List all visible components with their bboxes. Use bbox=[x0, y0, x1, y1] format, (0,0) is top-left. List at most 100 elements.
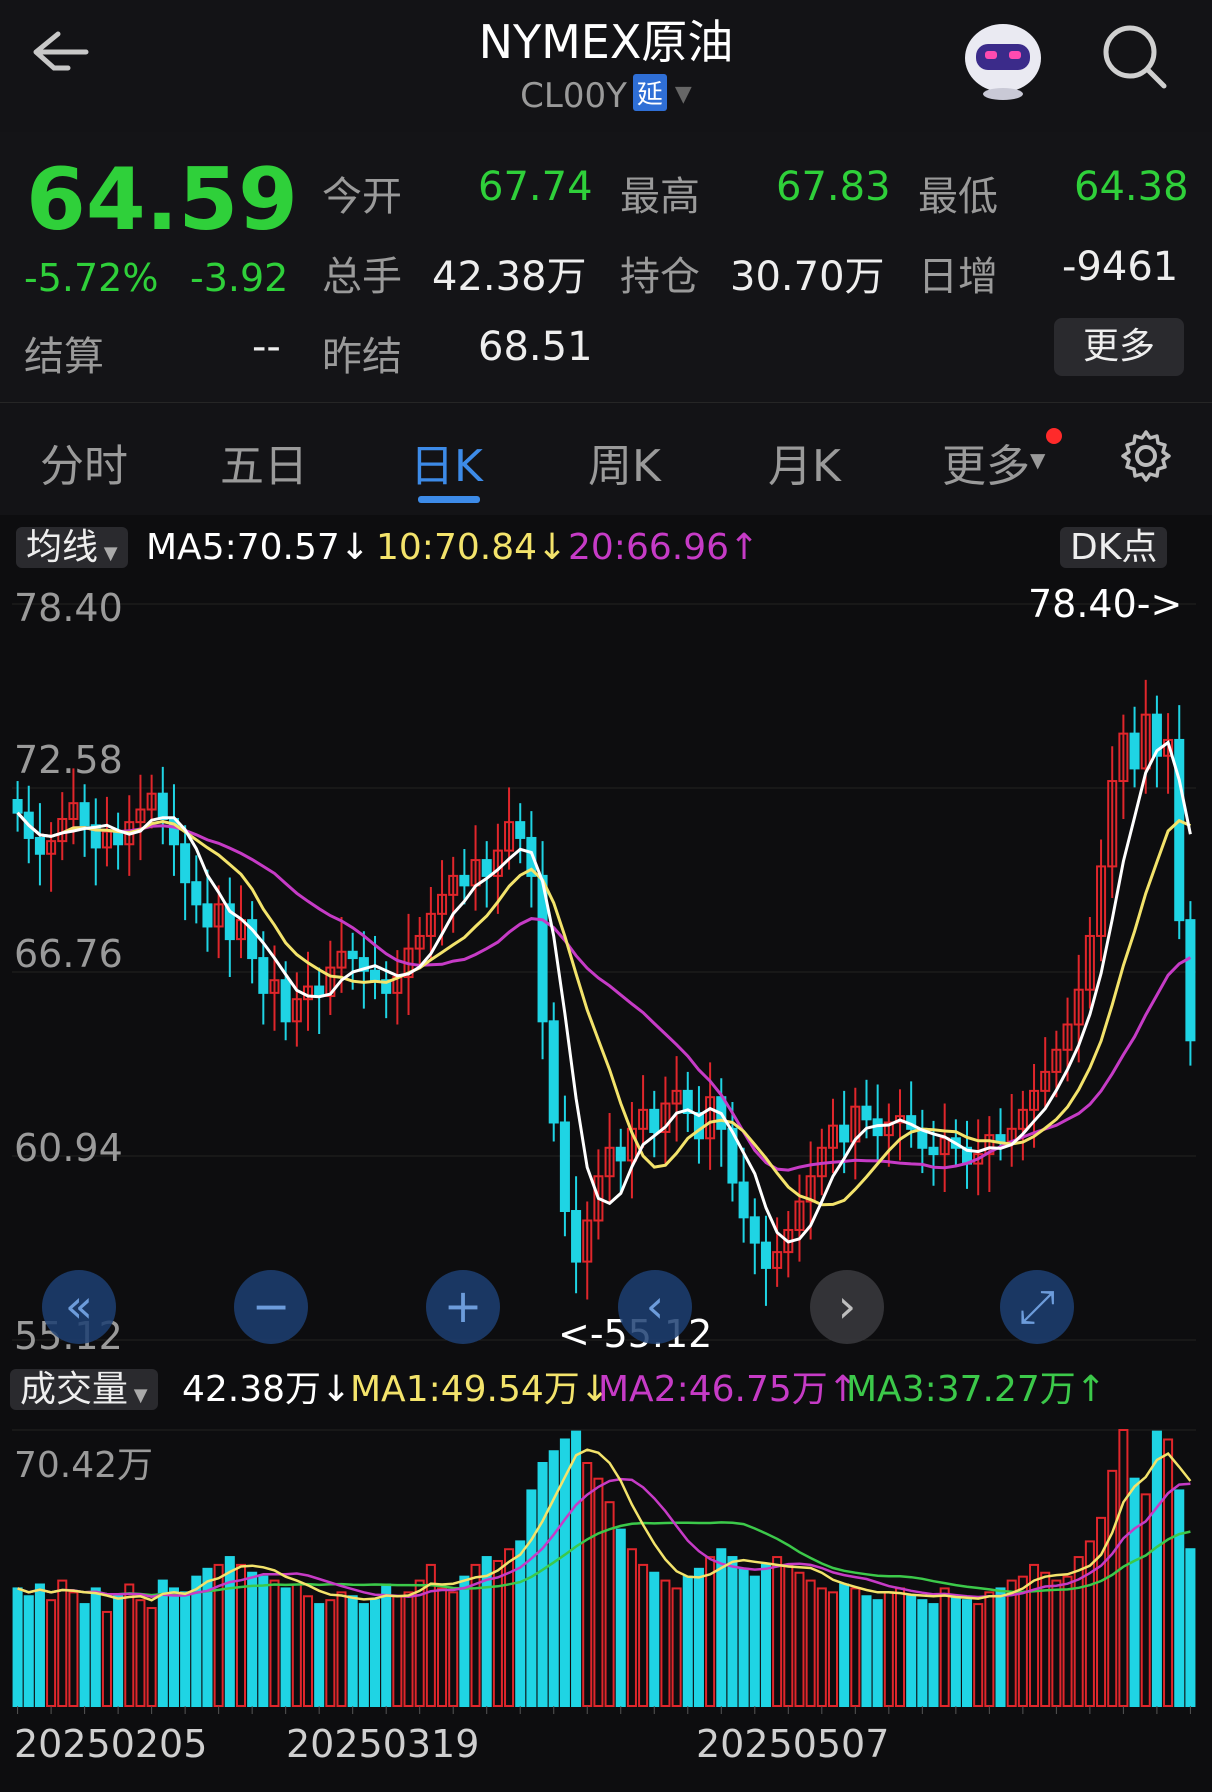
volume-bar bbox=[626, 1548, 637, 1707]
candle-body bbox=[459, 874, 470, 887]
candle-body bbox=[928, 1146, 939, 1156]
ma-selector-label: 均线 bbox=[26, 527, 99, 568]
dk-point-button[interactable]: DK点 bbox=[1060, 520, 1168, 576]
candle-body bbox=[615, 1146, 626, 1162]
candle-body bbox=[515, 821, 526, 839]
volume-bar bbox=[68, 1591, 79, 1707]
volume-bar bbox=[180, 1591, 191, 1707]
volume-bar bbox=[939, 1587, 950, 1707]
volume-chart[interactable] bbox=[0, 1420, 1212, 1716]
volume-bar bbox=[738, 1567, 749, 1707]
volume-bar bbox=[314, 1603, 325, 1708]
daily-increase-value: -9461 bbox=[1062, 244, 1179, 290]
volume-bar bbox=[649, 1571, 660, 1707]
settle-value: -- bbox=[252, 324, 281, 370]
volume-bar bbox=[928, 1603, 939, 1708]
volume-bar bbox=[872, 1599, 883, 1708]
volume-bar bbox=[34, 1583, 45, 1707]
scroll-left-icon[interactable]: « bbox=[42, 1270, 116, 1344]
volume-bar bbox=[1129, 1477, 1140, 1707]
price-axis-label: 72.58 bbox=[14, 738, 123, 782]
date-label: 20250319 bbox=[286, 1722, 480, 1766]
volume-bar bbox=[280, 1587, 291, 1707]
volume-selector[interactable]: 成交量 ▼ bbox=[10, 1362, 158, 1418]
chevron-down-icon: ▼ bbox=[674, 82, 692, 107]
step-right-icon[interactable]: › bbox=[810, 1270, 884, 1344]
volume-value-text: 42.38万↓ bbox=[182, 1369, 352, 1410]
candlestick-chart[interactable] bbox=[0, 580, 1212, 1356]
volume-bar bbox=[1029, 1563, 1040, 1707]
volume-bar bbox=[392, 1595, 403, 1708]
tab-monthly-k[interactable]: 月K bbox=[768, 430, 841, 494]
tab-daily-k[interactable]: 日K bbox=[410, 430, 483, 494]
candle-body bbox=[34, 836, 45, 855]
volume-bar bbox=[850, 1587, 861, 1707]
volume-bar bbox=[1151, 1430, 1162, 1708]
candle-body bbox=[202, 903, 213, 928]
volume-bar bbox=[783, 1563, 794, 1707]
candle-body bbox=[157, 792, 168, 820]
tab-more-label: 更多 bbox=[942, 441, 1030, 492]
candle-body bbox=[839, 1124, 850, 1143]
settings-gear-icon[interactable] bbox=[1118, 428, 1174, 484]
active-tab-indicator bbox=[418, 496, 480, 503]
volume-bar bbox=[1185, 1548, 1196, 1707]
volume-bar bbox=[749, 1575, 760, 1707]
low-label: 最低 bbox=[918, 174, 998, 220]
date-label: 20250205 bbox=[14, 1722, 208, 1766]
robot-assistant-icon[interactable] bbox=[958, 18, 1048, 102]
ma10-line bbox=[16, 811, 1192, 1207]
tab-more[interactable]: 更多▼ bbox=[942, 430, 1045, 494]
volume-bar bbox=[839, 1583, 850, 1707]
volume-bar bbox=[660, 1579, 671, 1707]
zoom-out-icon[interactable]: − bbox=[234, 1270, 308, 1344]
settle-label: 结算 bbox=[24, 334, 104, 380]
zoom-in-icon[interactable]: + bbox=[426, 1270, 500, 1344]
fullscreen-icon[interactable]: ⤢ bbox=[1000, 1270, 1074, 1344]
volume-bar bbox=[615, 1528, 626, 1707]
tab-intraday[interactable]: 分时 bbox=[40, 430, 128, 494]
search-icon[interactable] bbox=[1100, 22, 1170, 92]
chevron-down-icon: ▼ bbox=[1030, 448, 1046, 472]
volume-bar bbox=[827, 1591, 839, 1707]
volume-bar bbox=[973, 1603, 984, 1708]
daily-increase-label: 日增 bbox=[918, 254, 998, 300]
volume-bar bbox=[638, 1563, 649, 1707]
tab-five-day[interactable]: 五日 bbox=[220, 430, 308, 494]
tab-weekly-k[interactable]: 周K bbox=[588, 430, 661, 494]
volume-bar bbox=[995, 1587, 1006, 1707]
volume-bar bbox=[537, 1462, 548, 1707]
price-axis-label: 60.94 bbox=[14, 1126, 123, 1170]
volume-bar bbox=[325, 1599, 336, 1708]
ma5-value: MA5:70.57↓ bbox=[146, 527, 370, 568]
candle-body bbox=[369, 969, 381, 982]
volume-bar bbox=[191, 1575, 202, 1707]
max-price-annotation: 78.40-> bbox=[1028, 582, 1183, 626]
contract-code-text: CL00Y bbox=[520, 76, 627, 116]
volume-bar bbox=[727, 1556, 738, 1707]
ma-selector[interactable]: 均线 ▼ bbox=[16, 520, 128, 576]
volume-bar bbox=[861, 1595, 872, 1708]
volume-bar bbox=[816, 1587, 827, 1707]
candle-body bbox=[481, 859, 492, 877]
volume-bar bbox=[1174, 1489, 1185, 1708]
step-left-icon[interactable]: ‹ bbox=[618, 1270, 692, 1344]
volume-bar bbox=[224, 1556, 235, 1707]
position-value: 30.70万 bbox=[730, 254, 885, 300]
volume-selector-label: 成交量 bbox=[20, 1369, 129, 1410]
candle-body bbox=[995, 1134, 1006, 1143]
change-percent: -5.72% bbox=[24, 256, 159, 300]
date-label: 20250507 bbox=[696, 1722, 890, 1766]
prev-settle-label: 昨结 bbox=[322, 334, 402, 380]
volume-bar bbox=[23, 1595, 34, 1708]
delay-badge: 延 bbox=[632, 74, 667, 111]
price-axis-label: 66.76 bbox=[14, 932, 123, 976]
high-value: 67.83 bbox=[776, 164, 891, 210]
volume-bar bbox=[46, 1599, 57, 1708]
volume-bar bbox=[883, 1591, 894, 1707]
candle-body bbox=[1185, 919, 1196, 1042]
volume-bar bbox=[716, 1548, 727, 1707]
volume-bar bbox=[705, 1556, 716, 1707]
quote-more-button[interactable]: 更多 bbox=[1054, 318, 1184, 376]
volume-bar bbox=[247, 1571, 258, 1707]
